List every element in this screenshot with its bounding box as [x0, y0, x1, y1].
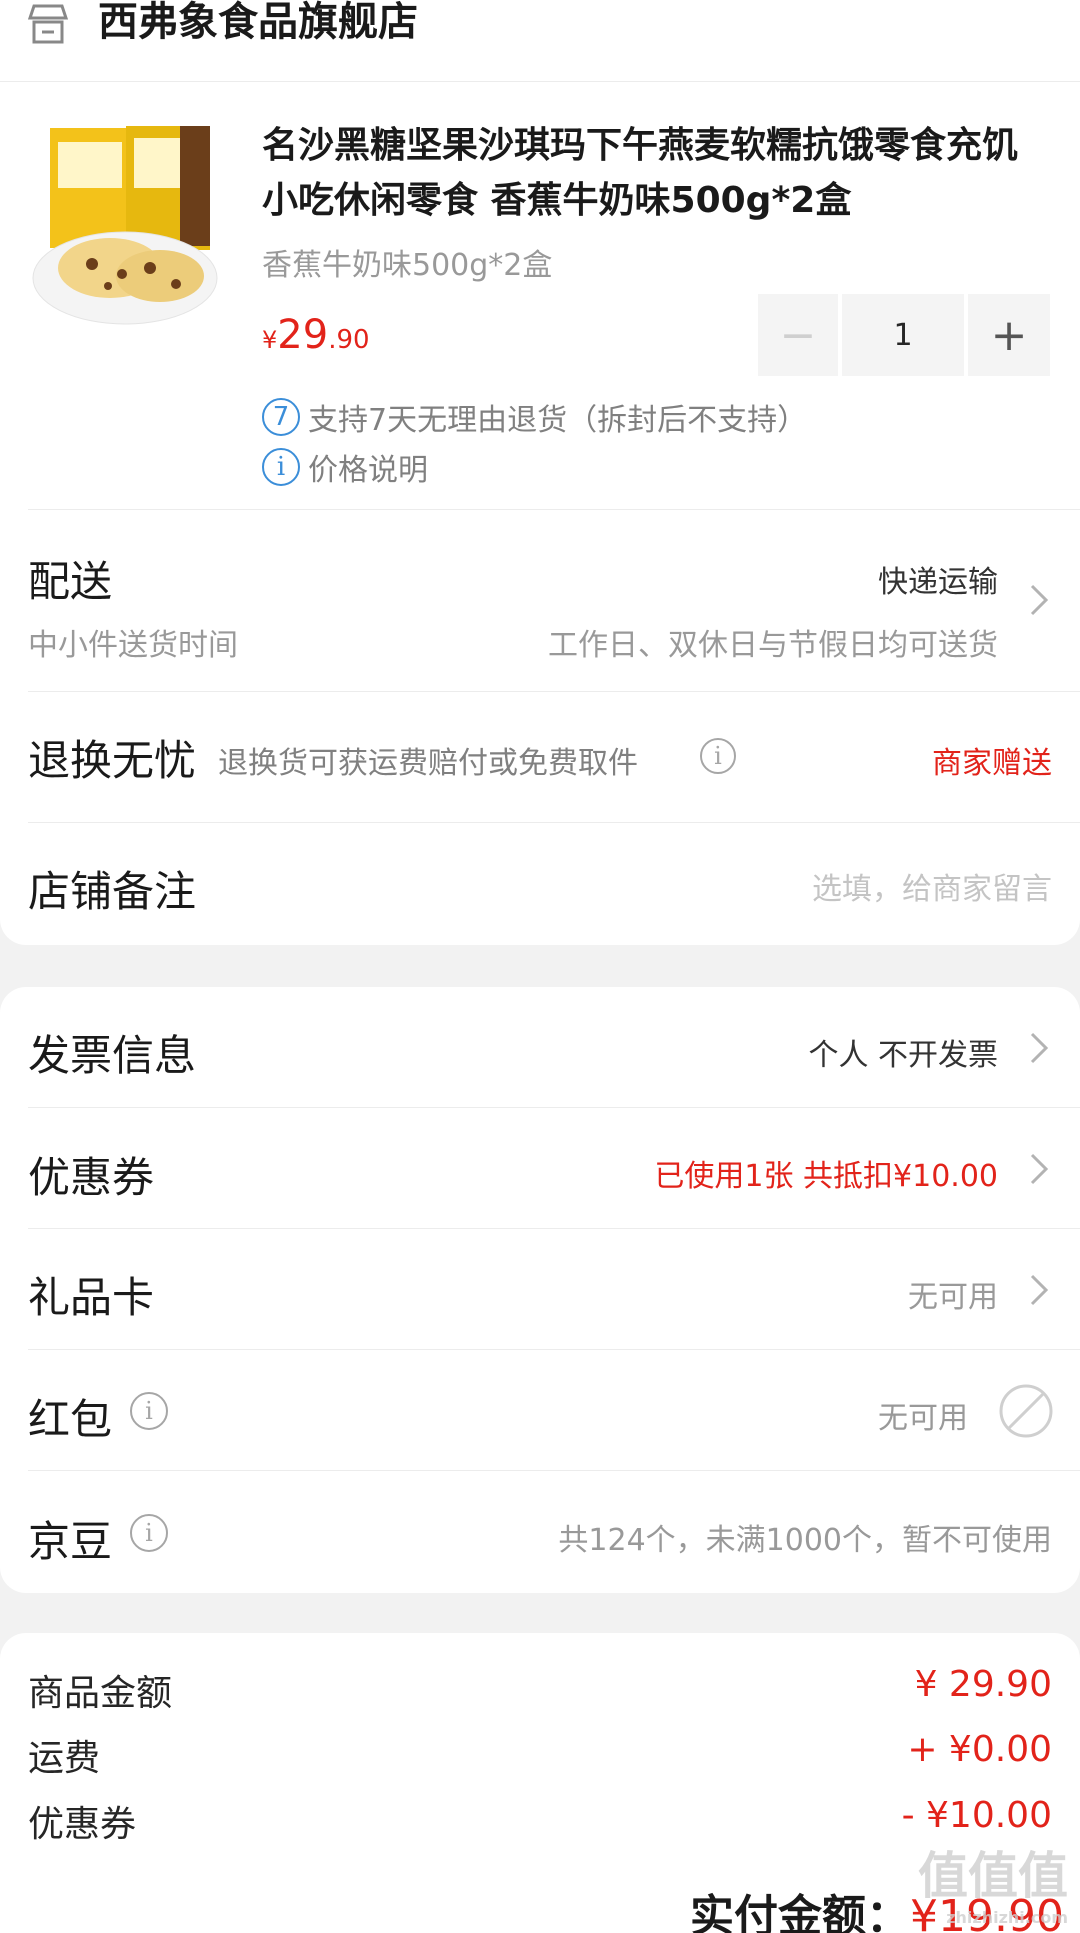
info-icon[interactable]: i [700, 738, 736, 774]
divider [28, 1107, 1080, 1108]
delivery-time-label: 中小件送货时间 [28, 628, 238, 663]
chevron-right-icon [1030, 584, 1049, 616]
shop-remark-input[interactable]: 选填，给商家留言 [812, 864, 1052, 908]
redpacket-value: 无可用 [878, 1401, 968, 1436]
product-spec: 香蕉牛奶味500g*2盒 [262, 248, 553, 283]
info-icon: i [262, 448, 300, 486]
price-decimal: .90 [328, 325, 370, 355]
product-price: ¥29.90 [262, 312, 370, 358]
divider [28, 1349, 1080, 1350]
shop-remark-label: 店铺备注 [28, 867, 197, 916]
product-image[interactable] [30, 118, 226, 328]
price-symbol: ¥ [262, 326, 278, 354]
return-policy-text: 支持7天无理由退货（拆封后不支持） [308, 403, 808, 438]
increase-quantity-button[interactable]: + [968, 294, 1050, 376]
return-worry-desc: 退换货可获运费赔付或免费取件 [218, 746, 638, 781]
decrease-quantity-button[interactable]: − [758, 294, 838, 376]
watermark-sub: zhizhizhi.com [946, 1908, 1068, 1927]
shipping-label: 运费 [28, 1738, 101, 1779]
chevron-right-icon [1030, 1153, 1049, 1185]
return-worry-value: 商家赠送 [932, 746, 1052, 781]
coupon-value: 已使用1张 共抵扣¥10.00 [654, 1159, 998, 1194]
return-policy[interactable]: 7 支持7天无理由退货（拆封后不支持） [262, 395, 807, 439]
jingdou-value: 共124个，未满1000个，暂不可使用 [558, 1523, 1052, 1558]
shop-icon [28, 4, 68, 44]
order-shop-card: 西弗象食品旗舰店 名沙黑糖坚果沙琪玛下午燕麦软糯抗饿零食充饥小吃休闲零食 香蕉牛… [0, 0, 1080, 945]
info-icon[interactable]: i [130, 1392, 168, 1430]
total-label: 实付金额： [690, 1891, 910, 1933]
divider [28, 1228, 1080, 1229]
coupon-summary-label: 优惠券 [28, 1804, 137, 1845]
coupon-label: 优惠券 [28, 1153, 155, 1202]
return-worry-label: 退换无忧 [28, 736, 197, 785]
shop-header[interactable]: 西弗象食品旗舰店 [0, 0, 1080, 82]
watermark: 值值值 zhizhizhi.com [918, 1836, 1068, 1927]
price-note-text: 价格说明 [308, 453, 428, 488]
watermark-main: 值值值 [918, 1847, 1068, 1905]
goods-amount-value: ¥ 29.90 [914, 1664, 1052, 1705]
quantity-stepper: − 1 + [758, 294, 1054, 376]
delivery-time-value: 工作日、双休日与节假日均可送货 [548, 628, 998, 663]
seven-day-icon: 7 [262, 398, 300, 436]
giftcard-value: 无可用 [908, 1280, 998, 1315]
redpacket-label: 红包 [28, 1395, 113, 1444]
divider [28, 1470, 1080, 1471]
goods-amount-label: 商品金额 [28, 1673, 173, 1714]
invoice-label: 发票信息 [28, 1031, 197, 1080]
shipping-value: + ¥0.00 [907, 1729, 1052, 1770]
product-title[interactable]: 名沙黑糖坚果沙琪玛下午燕麦软糯抗饿零食充饥小吃休闲零食 香蕉牛奶味500g*2盒 [262, 118, 1044, 228]
invoice-value: 个人 不开发票 [808, 1038, 998, 1073]
shop-name: 西弗象食品旗舰店 [98, 0, 418, 45]
disabled-icon [999, 1384, 1053, 1438]
giftcard-label: 礼品卡 [28, 1273, 155, 1322]
coupon-summary-value: - ¥10.00 [901, 1795, 1052, 1836]
info-icon[interactable]: i [130, 1514, 168, 1552]
delivery-label: 配送 [28, 557, 113, 606]
chevron-right-icon [1030, 1274, 1049, 1306]
quantity-input[interactable]: 1 [842, 294, 964, 376]
divider [28, 822, 1080, 823]
delivery-method: 快递运输 [878, 565, 998, 600]
divider [28, 509, 1080, 510]
jingdou-label: 京豆 [28, 1517, 113, 1566]
chevron-right-icon [1030, 1032, 1049, 1064]
divider [28, 691, 1080, 692]
price-integer: 29 [277, 312, 329, 358]
price-note[interactable]: i 价格说明 [262, 445, 428, 489]
